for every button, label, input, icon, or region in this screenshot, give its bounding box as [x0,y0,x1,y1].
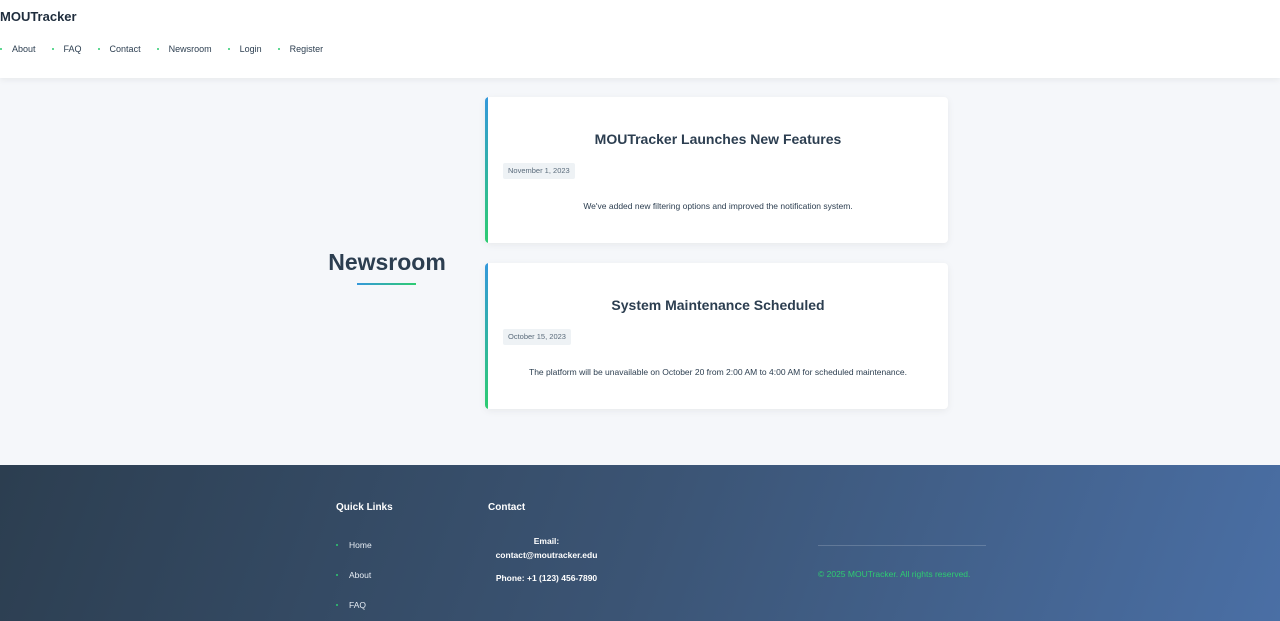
bullet-icon [336,574,338,576]
news-body: The platform will be unavailable on Octo… [529,367,907,377]
quick-links-list: Home About FAQ [336,539,372,621]
nav-label: FAQ [63,44,82,54]
footer-divider [818,545,986,546]
bullet-icon [0,48,2,50]
bullet-icon [336,544,338,546]
nav-label: Contact [109,44,141,54]
copyright-text: © 2025 MOUTracker. All rights reserved. [818,569,971,579]
title-underline [357,283,416,285]
card-accent-bar [485,263,488,409]
nav-contact[interactable]: Contact [97,44,141,54]
quick-links-heading: Quick Links [336,502,393,513]
news-card: System Maintenance Scheduled October 15,… [485,263,948,409]
nav-label: Login [239,44,262,54]
nav-register[interactable]: Register [277,44,324,54]
contact-heading: Contact [488,502,526,513]
card-accent-bar [485,97,488,243]
contact-email: Email: contact@moutracker.edu [488,534,605,562]
nav-label: Register [289,44,324,54]
nav-label: About [12,44,36,54]
bullet-icon [277,48,280,50]
footer-link-faq[interactable]: FAQ [336,599,372,611]
news-title: System Maintenance Scheduled [611,297,825,313]
news-body: We've added new filtering options and im… [583,201,853,211]
main-nav: About FAQ Contact Newsroom Login Registe… [0,42,339,56]
nav-newsroom[interactable]: Newsroom [156,44,212,54]
bullet-icon [156,48,159,50]
bullet-icon [97,48,100,50]
news-date: October 15, 2023 [503,329,571,345]
email-address[interactable]: contact@moutracker.edu [488,548,605,562]
news-card: MOUTracker Launches New Features Novembe… [485,97,948,243]
contact-phone: Phone: +1 (123) 456-7890 [495,573,598,583]
bullet-icon [336,604,338,606]
nav-label: Newsroom [168,44,212,54]
footer-link-about[interactable]: About [336,569,372,581]
nav-faq[interactable]: FAQ [51,44,82,54]
footer-link-label: About [349,570,372,580]
news-date: November 1, 2023 [503,163,575,179]
bullet-icon [227,48,230,50]
footer-link-home[interactable]: Home [336,539,372,551]
site-footer: Quick Links Home About FAQ Contact Email… [0,465,1280,621]
nav-about[interactable]: About [0,44,36,54]
footer-link-label: Home [349,540,372,550]
page-title: Newsroom [328,249,446,275]
brand-logo[interactable]: MOUTracker [0,9,77,24]
email-label: Email: [533,536,560,546]
nav-login[interactable]: Login [227,44,262,54]
news-title: MOUTracker Launches New Features [594,131,842,147]
footer-link-label: FAQ [349,600,367,610]
bullet-icon [51,48,54,50]
site-header: MOUTracker About FAQ Contact Newsroom Lo… [0,0,1280,78]
